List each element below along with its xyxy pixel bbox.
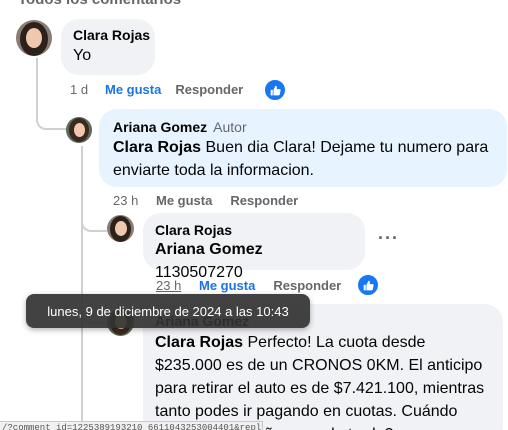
- comment-timestamp[interactable]: 1 d: [70, 82, 105, 97]
- comment-actions: 23 h Me gusta Responder: [156, 278, 341, 293]
- author-badge: Autor: [213, 119, 247, 135]
- comment-author[interactable]: Clara Rojas: [73, 27, 150, 43]
- comment-author[interactable]: Clara Rojas: [155, 222, 353, 238]
- section-header: Todos los comentarios: [18, 0, 181, 8]
- thread-connector: [81, 214, 107, 232]
- thread-line: [81, 146, 83, 430]
- like-button[interactable]: Me gusta: [199, 278, 255, 293]
- mention-link[interactable]: Clara Rojas: [155, 334, 243, 351]
- comment-timestamp[interactable]: 23 h: [113, 193, 156, 208]
- like-button[interactable]: Me gusta: [156, 193, 212, 208]
- reply-button[interactable]: Responder: [230, 193, 298, 208]
- comment-actions: 23 h Me gusta Responder: [113, 193, 298, 208]
- comment-text: Clara Rojas Perfecto! La cuota desde $23…: [155, 331, 491, 430]
- comment-bubble: Ariana Gomez Autor Clara Rojas Buen dia C…: [99, 109, 507, 187]
- comment-actions: 1 d Me gusta Responder: [70, 82, 243, 97]
- like-button[interactable]: Me gusta: [105, 82, 161, 97]
- reply-button[interactable]: Responder: [175, 82, 243, 97]
- more-options-button[interactable]: ···: [378, 228, 399, 249]
- comment-text: Yo: [73, 47, 92, 64]
- comment-bubble: Clara Rojas Ariana Gomez 1130507270: [143, 213, 365, 281]
- mention-link[interactable]: Ariana Gomez: [155, 241, 263, 258]
- mention-link[interactable]: Clara Rojas: [113, 139, 201, 156]
- reply-button[interactable]: Responder: [273, 278, 341, 293]
- comment-text: Clara Rojas Buen dia Clara! Dejame tu nu…: [113, 136, 493, 182]
- comment-author[interactable]: Ariana Gomez: [113, 119, 207, 135]
- like-icon[interactable]: [357, 274, 379, 296]
- avatar[interactable]: [107, 215, 134, 242]
- timestamp-tooltip: lunes, 9 de diciembre de 2024 a las 10:4…: [26, 294, 310, 328]
- like-icon[interactable]: [264, 79, 286, 101]
- comment-timestamp[interactable]: 23 h: [156, 278, 199, 293]
- comment-bubble: Clara Rojas Yo: [61, 19, 155, 75]
- thread-connector: [36, 110, 66, 130]
- avatar[interactable]: [16, 20, 52, 56]
- browser-status-url: /?comment_id=1225389193210_6611043253004…: [0, 421, 263, 430]
- avatar[interactable]: [66, 117, 92, 143]
- comments-page: Todos los comentarios Clara Rojas Yo 1 d…: [0, 0, 508, 430]
